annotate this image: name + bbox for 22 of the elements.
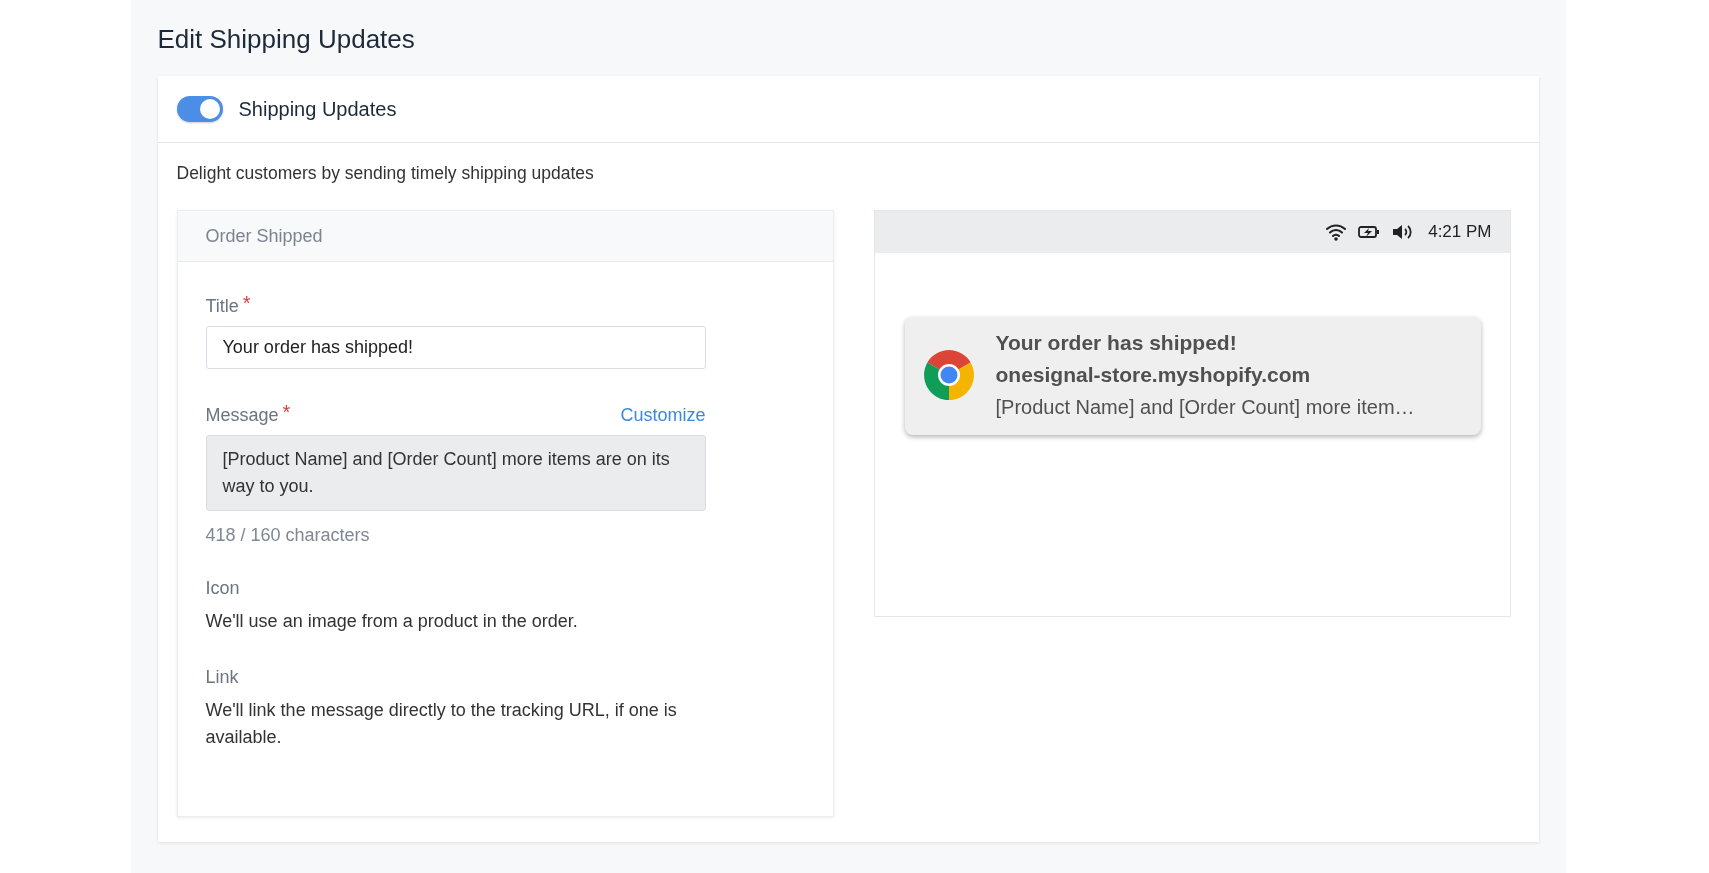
info-label: Icon [205, 577, 241, 600]
field-label: Title [205, 295, 239, 318]
title-input[interactable]: Your order has shipped! [205, 326, 706, 369]
character-counter: 418 / 160 characters [205, 525, 371, 546]
required-mark: * [282, 403, 291, 421]
required-mark: * [242, 294, 251, 312]
toggle-label: Shipping Updates [238, 97, 397, 121]
browser-logo-icon [923, 350, 974, 400]
field-label: Message [205, 404, 279, 427]
description: Delight customers by sending timely shipping updates [176, 163, 595, 184]
page-title: Edit Shipping Updates [157, 23, 416, 56]
toggle-switch[interactable] [176, 96, 223, 122]
wifi-icon [1326, 223, 1347, 241]
info-label: Link [205, 666, 240, 689]
battery-charging-icon [1358, 225, 1381, 239]
info-text: We'll use an image from a product in the order. [205, 610, 579, 633]
notification-site: onesignal-store.myshopify.com [995, 362, 1312, 388]
clock-time: 4:21 PM [1428, 222, 1492, 242]
notification-title: Your order has shipped! [995, 330, 1238, 356]
notification-message: [Product Name] and [Order Count] more item… [995, 395, 1415, 420]
info-text: We'll link the message directly to the tracking URL, if one is available. [205, 699, 678, 749]
panel-heading: Order Shipped [205, 225, 323, 247]
